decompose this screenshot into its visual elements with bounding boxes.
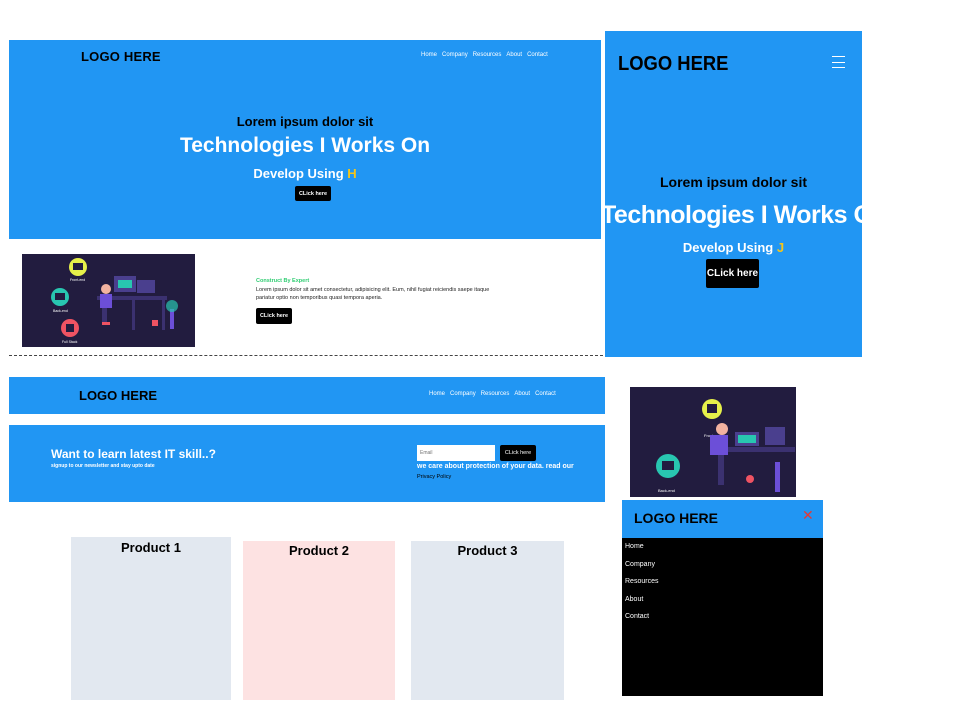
illustration-svg: Front-end Back-end Full Stack	[22, 254, 195, 347]
develop-text: Develop Using	[253, 166, 348, 181]
product-card-1[interactable]: Product 1	[71, 537, 231, 700]
hero-title: Technologies I Works On	[179, 134, 431, 157]
navbar-component: LOGO HERE Home Company Resources About C…	[9, 377, 605, 414]
section-divider	[9, 355, 603, 356]
develop-letter: H	[347, 166, 357, 181]
mobile-hero-develop: Develop Using J	[605, 240, 862, 255]
menu-item-about[interactable]: About	[622, 596, 823, 614]
mobile-logo[interactable]: LOGO HERE	[618, 53, 728, 76]
product-card-2[interactable]: Product 2	[243, 541, 395, 700]
newsletter-click-button[interactable]: CLick here	[500, 445, 536, 461]
construct-click-button[interactable]: CLick here	[256, 308, 292, 324]
navbar-links: Home Company Resources About Contact	[429, 391, 556, 397]
mobile-illustration-svg: Front-end Back-end	[630, 387, 796, 497]
navbar-about[interactable]: About	[514, 391, 530, 397]
hamburger-icon[interactable]	[832, 54, 845, 70]
privacy-policy-link[interactable]: Privacy Policy	[417, 474, 451, 480]
navbar-company[interactable]: Company	[450, 391, 476, 397]
menu-item-home[interactable]: Home	[622, 543, 823, 561]
privacy-notice: we care about protection of your data. r…	[417, 463, 574, 470]
label-backend: Back-end	[53, 309, 68, 313]
hero-develop: Develop Using H	[9, 166, 601, 181]
close-icon[interactable]: ✕	[802, 507, 814, 524]
hero-subtitle: Lorem ipsum dolor sit	[236, 114, 374, 129]
construct-title: Construct By Expert	[256, 278, 310, 284]
mobile-hero: LOGO HERE Lorem ipsum dolor sit Technolo…	[601, 31, 888, 357]
label-fullstack: Full Stack	[62, 340, 78, 344]
navbar-logo[interactable]: LOGO HERE	[79, 388, 157, 403]
mobile-menu-logo[interactable]: LOGO HERE	[634, 510, 718, 526]
nav-home[interactable]: Home	[421, 52, 437, 58]
mobile-develop-letter: J	[776, 240, 785, 255]
label-frontend: Front-end	[70, 278, 85, 282]
hero-click-button[interactable]: CLick here	[295, 186, 331, 201]
construct-section: Construct By Expert Lorem ipsum dolor si…	[256, 278, 516, 324]
menu-item-contact[interactable]: Contact	[622, 613, 823, 631]
product-card-3[interactable]: Product 3	[411, 541, 564, 700]
mobile-illustration: Front-end Back-end	[630, 387, 796, 497]
navbar-home[interactable]: Home	[429, 391, 445, 397]
desktop-hero: LOGO HERE Home Company Resources About C…	[9, 40, 601, 239]
navbar-resources[interactable]: Resources	[481, 391, 510, 397]
menu-item-company[interactable]: Company	[622, 561, 823, 579]
nav-about[interactable]: About	[506, 52, 522, 58]
label-backend-2: Back-end	[658, 488, 675, 493]
mobile-hero-subtitle: Lorem ipsum dolor sit	[659, 174, 807, 190]
nav-resources[interactable]: Resources	[473, 52, 502, 58]
top-nav: Home Company Resources About Contact	[421, 52, 548, 58]
newsletter-section: Want to learn latest IT skill..? signup …	[9, 425, 605, 502]
mobile-hero-title: Technologies I Works On	[601, 201, 888, 229]
logo[interactable]: LOGO HERE	[81, 49, 161, 64]
mobile-menu: Home Company Resources About Contact	[622, 538, 823, 696]
newsletter-heading: Want to learn latest IT skill..?	[51, 447, 216, 461]
mobile-develop-text: Develop Using	[682, 240, 777, 255]
nav-contact[interactable]: Contact	[527, 52, 548, 58]
nav-company[interactable]: Company	[442, 52, 468, 58]
mobile-menu-header: LOGO HERE ✕	[622, 500, 823, 538]
mobile-hero-click-button[interactable]: CLick here	[706, 259, 759, 288]
email-input[interactable]	[417, 445, 495, 461]
navbar-contact[interactable]: Contact	[535, 391, 556, 397]
developer-illustration: Front-end Back-end Full Stack	[22, 254, 195, 347]
newsletter-subheading: signup to our newsletter and stay upto d…	[51, 463, 155, 469]
menu-item-resources[interactable]: Resources	[622, 578, 823, 596]
construct-text: Lorem ipsum dolor sit amet consectetur, …	[256, 287, 490, 301]
